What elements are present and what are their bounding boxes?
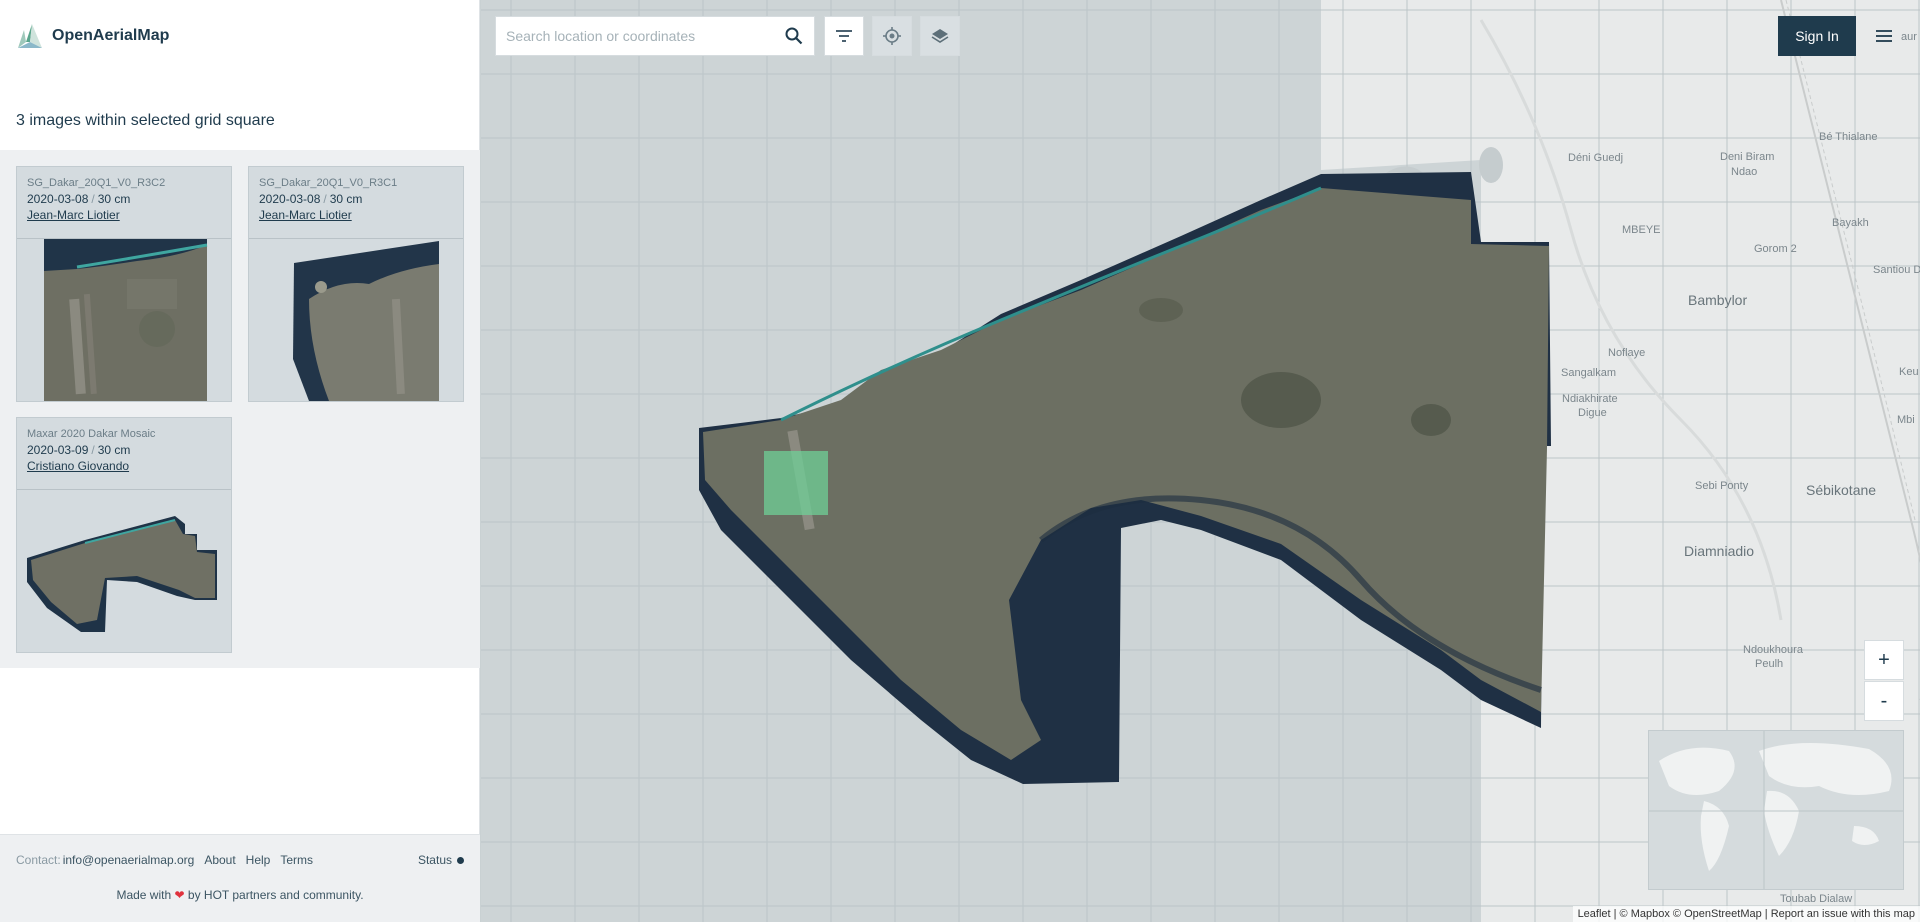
map-label: Gorom 2 [1754, 243, 1797, 255]
status-label: Status [417, 853, 452, 867]
result-separator: / [91, 192, 95, 206]
brand[interactable]: OpenAerialMap [14, 20, 169, 52]
map-label: Noflaye [1608, 347, 1646, 359]
result-meta: Maxar 2020 Dakar Mosaic 2020-03-09/30 cm… [17, 418, 231, 490]
result-date: 2020-03-09 [27, 443, 89, 457]
map-label: Sébikotane [1806, 482, 1877, 498]
menu-icon [1876, 30, 1892, 42]
layers-icon [931, 29, 949, 43]
status-link[interactable]: Status [418, 853, 464, 867]
result-meta: SG_Dakar_20Q1_V0_R3C2 2020-03-08/30 cm J… [17, 167, 231, 239]
map-label: Ndao [1731, 166, 1758, 178]
filter-button[interactable] [824, 16, 864, 56]
filter-icon [836, 30, 852, 42]
result-thumbnail [293, 241, 439, 401]
locate-button[interactable] [872, 16, 912, 56]
result-separator: / [91, 443, 95, 457]
map-label: Deni Biram [1720, 151, 1775, 163]
search-input[interactable] [496, 17, 774, 55]
footer-links: Contact: info@openaerialmap.org About He… [16, 853, 464, 867]
contact-label: Contact: [16, 853, 61, 867]
map-label: Bayakh [1832, 217, 1869, 229]
result-title: SG_Dakar_20Q1_V0_R3C2 [27, 177, 166, 189]
sidebar: OpenAerialMap 3 images within selected g… [0, 0, 480, 922]
result-card[interactable]: Maxar 2020 Dakar Mosaic 2020-03-09/30 cm… [16, 417, 232, 653]
result-details: 2020-03-08/30 cm [27, 192, 221, 206]
map-label: Sebi Ponty [1695, 480, 1749, 492]
results-header: 3 images within selected grid square [0, 92, 480, 150]
locate-icon [883, 27, 901, 45]
sign-in-button[interactable]: Sign In [1778, 16, 1856, 56]
search-button[interactable] [774, 17, 814, 55]
map-label: Santiou Diar [1873, 264, 1920, 276]
map-label: Keu [1899, 366, 1919, 378]
selected-grid-square[interactable] [764, 451, 828, 515]
map-label: Ndoukhoura [1743, 644, 1803, 656]
menu-button[interactable] [1864, 16, 1904, 56]
results-list: SG_Dakar_20Q1_V0_R3C2 2020-03-08/30 cm J… [0, 150, 480, 668]
results-title: 3 images within selected grid square [16, 112, 275, 129]
zoom-in-button[interactable]: + [1864, 640, 1904, 680]
result-author-link[interactable]: Jean-Marc Liotier [27, 208, 221, 222]
map-label: Peulh [1755, 658, 1784, 670]
result-author-link[interactable]: Cristiano Giovando [27, 459, 221, 473]
map-attribution[interactable]: Leaflet | © Mapbox © OpenStreetMap | Rep… [1572, 906, 1920, 922]
result-card[interactable]: SG_Dakar_20Q1_V0_R3C2 2020-03-08/30 cm J… [16, 166, 232, 402]
help-link[interactable]: Help [246, 853, 271, 867]
map-label: Digue [1578, 407, 1607, 419]
heart-icon: ❤ [174, 888, 185, 902]
search-box [495, 16, 815, 56]
result-resolution: 30 cm [329, 192, 363, 206]
brand-name: OpenAerialMap [52, 27, 170, 44]
openaerialmap-logo-icon [18, 24, 42, 48]
minimap-world [1649, 731, 1903, 889]
imagery-land [703, 188, 1549, 760]
status-dot-icon [457, 856, 464, 864]
map-label: Bambylor [1688, 292, 1748, 308]
result-date: 2020-03-08 [27, 192, 89, 206]
result-thumbnail [27, 516, 217, 632]
footer: Contact: info@openaerialmap.org About He… [0, 834, 480, 922]
result-details: 2020-03-09/30 cm [27, 443, 221, 457]
map-label: Ndiakhirate [1562, 393, 1618, 405]
result-date: 2020-03-08 [259, 192, 321, 206]
map-label: Diamniadio [1684, 543, 1755, 559]
result-title: SG_Dakar_20Q1_V0_R3C1 [259, 177, 398, 189]
zoom-out-button[interactable]: - [1864, 681, 1904, 721]
minimap[interactable] [1648, 730, 1904, 890]
made-with-suffix: by HOT partners and community. [187, 888, 364, 902]
result-separator: / [323, 192, 327, 206]
made-with: Made with ❤ by HOT partners and communit… [0, 888, 480, 902]
result-meta: SG_Dakar_20Q1_V0_R3C1 2020-03-08/30 cm J… [249, 167, 463, 239]
map-label: Déni Guedj [1568, 152, 1624, 164]
map-label: Mbi [1897, 414, 1915, 426]
layers-button[interactable] [920, 16, 960, 56]
map-label: Bé Thialane [1819, 131, 1878, 143]
made-with-prefix: Made with [116, 888, 172, 902]
result-title: Maxar 2020 Dakar Mosaic [27, 428, 156, 440]
terms-link[interactable]: Terms [280, 853, 313, 867]
result-resolution: 30 cm [97, 192, 131, 206]
result-resolution: 30 cm [97, 443, 131, 457]
result-author-link[interactable]: Jean-Marc Liotier [259, 208, 453, 222]
result-thumbnail [44, 239, 208, 401]
result-card[interactable]: SG_Dakar_20Q1_V0_R3C1 2020-03-08/30 cm J… [248, 166, 464, 402]
map-label: Toubab Dialaw [1780, 893, 1853, 905]
map-label: MBEYE [1622, 224, 1661, 236]
contact-email-link[interactable]: info@openaerialmap.org [63, 853, 195, 867]
about-link[interactable]: About [204, 853, 235, 867]
search-icon [785, 27, 803, 45]
result-details: 2020-03-08/30 cm [259, 192, 453, 206]
map-label: Sangalkam [1561, 367, 1617, 379]
